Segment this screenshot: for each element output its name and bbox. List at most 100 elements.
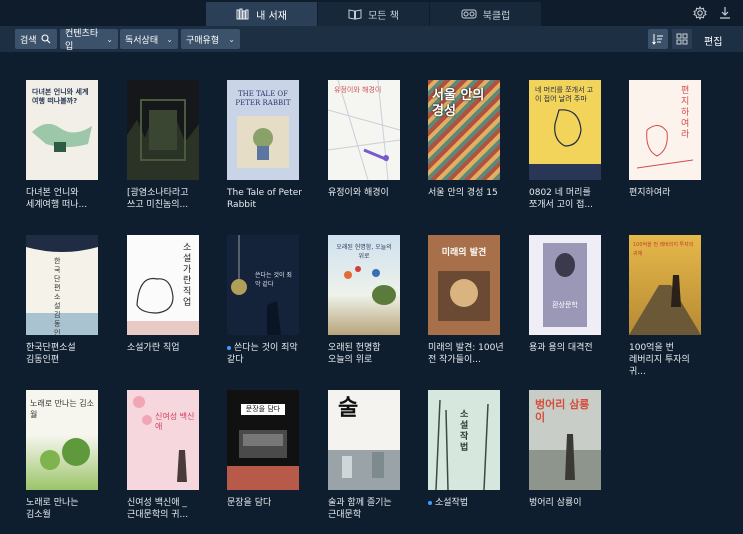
book-cover[interactable]: 벙어리 삼룡이 bbox=[529, 390, 601, 490]
book-title-text: 소설가란 직업 bbox=[127, 343, 180, 353]
book-cover[interactable]: 미래의 발견 bbox=[428, 235, 500, 335]
book-cover[interactable]: 다녀본 언니와 세계여행 떠나볼까? bbox=[26, 80, 98, 180]
filter-toolbar: 검색 컨텐츠타입 ⌄ 독서상태 ⌄ 구매유형 ⌄ 편집 bbox=[0, 26, 743, 52]
book-cover[interactable]: 소설작법 bbox=[428, 390, 500, 490]
book-title: [광염소나타라고 쓰고 미친놈의... bbox=[127, 187, 207, 211]
book-cover[interactable]: 100억을 번 레버리지 투자의 귀재 bbox=[629, 235, 701, 335]
dropdown-label: 구매유형 bbox=[186, 35, 220, 46]
purchase-type-dropdown[interactable]: 구매유형 ⌄ bbox=[181, 29, 240, 49]
book-title: 벙어리 삼룡이 bbox=[529, 497, 609, 509]
book-cover[interactable]: 환상문학 bbox=[529, 235, 601, 335]
book-cover[interactable]: 오래된 헌명함, 오늘의 위로 bbox=[328, 235, 400, 335]
book-title-text: 유정이와 해경이 bbox=[328, 188, 389, 198]
sort-icon bbox=[652, 33, 664, 45]
book-item[interactable]: 오래된 헌명함, 오늘의 위로 오래된 헌명함 오늘의 위로 bbox=[328, 235, 400, 366]
book-cover[interactable] bbox=[127, 80, 199, 180]
content-type-dropdown[interactable]: 컨텐츠타입 ⌄ bbox=[60, 29, 118, 52]
book-item[interactable]: 한국단편소설 김동인편 한국단편소설 김동인편 bbox=[26, 235, 98, 366]
sort-button[interactable] bbox=[648, 29, 668, 49]
book-title-text: [광염소나타라고 쓰고 미친놈의... bbox=[127, 188, 189, 210]
book-item[interactable]: 소설가란 직업 소설가란 직업 bbox=[127, 235, 199, 354]
tab-my-library[interactable]: 내 서재 bbox=[206, 2, 318, 26]
book-title: 문장을 담다 bbox=[227, 497, 307, 509]
book-title-text: The Tale of Peter Rabbit bbox=[227, 188, 302, 210]
book-title-text: 편지하여라 bbox=[629, 188, 671, 198]
book-title-text: 쓴다는 것이 죄악 같다 bbox=[227, 343, 298, 365]
tab-label: 북클럽 bbox=[482, 10, 511, 22]
cover-title-text: 환상문학 bbox=[552, 301, 578, 309]
book-item[interactable]: 술 술과 함께 즐기는 근대문학 bbox=[328, 390, 400, 521]
book-item[interactable]: THE TALE OF PETER RABBIT The Tale of Pet… bbox=[227, 80, 302, 211]
book-title: 오래된 헌명함 오늘의 위로 bbox=[328, 342, 408, 366]
book-item[interactable]: 유정이와 해경이 유정이와 해경이 bbox=[328, 80, 400, 199]
book-item[interactable]: 미래의 발견 미래의 발견: 100년 전 작가들이... bbox=[428, 235, 504, 366]
book-cover[interactable]: 노래로 만나는 김소월 bbox=[26, 390, 98, 490]
book-title-text: 오래된 헌명함 오늘의 위로 bbox=[328, 343, 381, 365]
cover-title-text: 한국단편소설 김동인편 bbox=[54, 257, 61, 335]
cover-title-text: 소설작법 bbox=[460, 410, 469, 453]
grid-view-button[interactable] bbox=[672, 29, 692, 49]
book-item[interactable]: 문장을 담다 문장을 담다 bbox=[227, 390, 299, 509]
open-book-icon bbox=[348, 8, 362, 20]
book-title: 소설작법 bbox=[428, 497, 508, 509]
book-item[interactable]: 서울 안의 경성 서울 안의 경성 15 bbox=[428, 80, 500, 199]
book-title: 쓴다는 것이 죄악 같다 bbox=[227, 342, 307, 366]
book-item[interactable]: 네 머리를 쪼개서 고이 접어 날려 주마 0802 네 머리를 쪼개서 고이 … bbox=[529, 80, 601, 211]
book-item[interactable]: 편지하여라 편지하여라 bbox=[629, 80, 701, 199]
book-cover[interactable]: THE TALE OF PETER RABBIT bbox=[227, 80, 299, 180]
book-grid: 다녀본 언니와 세계여행 떠나볼까? 다녀본 언니와 세계여행 떠나... [광… bbox=[0, 52, 743, 534]
book-title: 소설가란 직업 bbox=[127, 342, 207, 354]
book-title-text: 용과 용의 대격전 bbox=[529, 343, 593, 353]
book-item[interactable]: 벙어리 삼룡이 벙어리 삼룡이 bbox=[529, 390, 601, 509]
book-title-text: 서울 안의 경성 15 bbox=[428, 188, 498, 198]
cover-title-text: 쓴다는 것이 죄악 같다 bbox=[255, 272, 292, 288]
book-cover[interactable]: 유정이와 해경이 bbox=[328, 80, 400, 180]
tab-all-books[interactable]: 모든 책 bbox=[318, 2, 430, 26]
book-title: The Tale of Peter Rabbit bbox=[227, 187, 307, 211]
book-cover[interactable]: 네 머리를 쪼개서 고이 접어 날려 주마 bbox=[529, 80, 601, 180]
edit-button[interactable]: 편집 bbox=[704, 33, 722, 48]
book-title: 노래로 만나는 김소월 bbox=[26, 497, 106, 521]
book-title-text: 미래의 발견: 100년 전 작가들이... bbox=[428, 343, 504, 365]
book-cover[interactable]: 한국단편소설 김동인편 bbox=[26, 235, 98, 335]
book-title: 한국단편소설 김동인편 bbox=[26, 342, 106, 366]
book-cover[interactable]: 편지하여라 bbox=[629, 80, 701, 180]
settings-gear-icon[interactable] bbox=[691, 4, 709, 22]
library-tabs: 내 서재 모든 책 북클럽 bbox=[206, 2, 542, 26]
book-title-text: 벙어리 삼룡이 bbox=[529, 498, 582, 508]
book-title-text: 다녀본 언니와 세계여행 떠나... bbox=[26, 188, 88, 210]
book-item[interactable]: 소설작법 소설작법 bbox=[428, 390, 500, 509]
book-item[interactable]: 신여성 백신애 신여성 백신애 _ 근대문학의 귀... bbox=[127, 390, 199, 521]
book-cover[interactable]: 소설가란 직업 bbox=[127, 235, 199, 335]
download-icon[interactable] bbox=[716, 4, 734, 22]
book-title-text: 술과 함께 즐기는 근대문학 bbox=[328, 498, 392, 520]
book-item[interactable]: 쓴다는 것이 죄악 같다 쓴다는 것이 죄악 같다 bbox=[227, 235, 299, 366]
new-dot-indicator bbox=[227, 345, 231, 350]
chevron-down-icon: ⌄ bbox=[166, 34, 173, 44]
book-item[interactable]: [광염소나타라고 쓰고 미친놈의... bbox=[127, 80, 199, 211]
cover-title-text: 서울 안의 경성 bbox=[432, 88, 485, 119]
vertical-scrollbar[interactable] bbox=[737, 52, 743, 534]
book-cover[interactable]: 술 bbox=[328, 390, 400, 490]
vr-glasses-icon bbox=[461, 8, 477, 20]
search-button[interactable]: 검색 bbox=[15, 29, 57, 49]
search-label: 검색 bbox=[20, 35, 37, 46]
dropdown-label: 컨텐츠타입 bbox=[65, 29, 99, 52]
book-cover[interactable]: 서울 안의 경성 bbox=[428, 80, 500, 180]
book-title: 0802 네 머리를 쪼개서 고이 접... bbox=[529, 187, 609, 211]
library-icon bbox=[236, 8, 250, 20]
book-title-text: 한국단편소설 김동인편 bbox=[26, 343, 76, 365]
book-item[interactable]: 환상문학 용과 용의 대격전 bbox=[529, 235, 601, 354]
reading-status-dropdown[interactable]: 독서상태 ⌄ bbox=[120, 29, 178, 49]
book-title-text: 100억을 번 레버리지 투자의 귀... bbox=[629, 343, 690, 377]
book-cover[interactable]: 신여성 백신애 bbox=[127, 390, 199, 490]
dropdown-label: 독서상태 bbox=[125, 35, 159, 46]
book-title-text: 0802 네 머리를 쪼개서 고이 접... bbox=[529, 188, 593, 210]
book-cover[interactable]: 쓴다는 것이 죄악 같다 bbox=[227, 235, 299, 335]
book-item[interactable]: 다녀본 언니와 세계여행 떠나볼까? 다녀본 언니와 세계여행 떠나... bbox=[26, 80, 98, 211]
tab-bookclub[interactable]: 북클럽 bbox=[430, 2, 542, 26]
book-item[interactable]: 100억을 번 레버리지 투자의 귀재 100억을 번 레버리지 투자의 귀..… bbox=[629, 235, 701, 378]
book-item[interactable]: 노래로 만나는 김소월 노래로 만나는 김소월 bbox=[26, 390, 98, 521]
book-cover[interactable]: 문장을 담다 bbox=[227, 390, 299, 490]
book-title-text: 문장을 담다 bbox=[227, 498, 272, 508]
